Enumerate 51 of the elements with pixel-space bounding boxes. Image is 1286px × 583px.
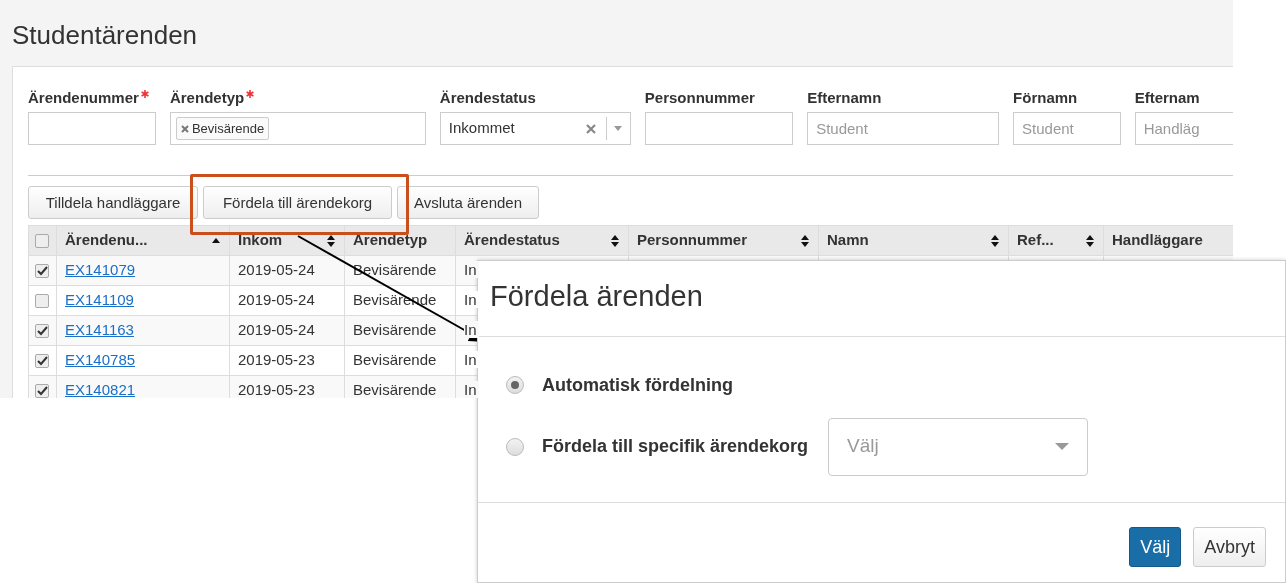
input-field[interactable] [28,112,156,145]
radio-button[interactable] [506,437,524,456]
page-title: Studentärenden [11,19,199,52]
radio-button[interactable] [506,376,524,394]
clear-icon [585,123,596,134]
checkbox[interactable] [35,384,49,398]
checkbox[interactable] [35,324,49,339]
table-cell: In [464,351,479,369]
tag[interactable]: Bevisärende [175,116,270,141]
option-label: Automatisk fördelning [542,373,733,397]
select-field[interactable]: Inkommet [439,112,631,145]
table-cell: Bevisärende [353,261,437,279]
input-field[interactable]: Student [807,112,1000,145]
toolbar-button[interactable]: Fördela till ärendekorg [203,186,392,219]
table-cell: 2019-05-23 [238,381,315,398]
checkbox[interactable] [35,354,49,369]
tag-field[interactable]: Bevisärende [169,112,426,145]
table-cell: Bevisärende [353,381,437,398]
dialog-title: Fördela ärenden [490,279,704,314]
table-cell: In [464,291,479,309]
confirm-button[interactable]: Välj [1129,527,1182,567]
field-label: Ärendetyp [169,89,245,106]
field-label: Efternamn [807,89,882,106]
toolbar-button[interactable]: Avsluta ärenden [397,186,539,219]
select-value: Inkommet [448,118,516,139]
toolbar-button[interactable]: Tilldela handläggare [28,186,198,219]
table-cell: In [464,381,479,398]
input-field[interactable]: Student [1013,112,1121,145]
checkbox[interactable] [35,264,49,279]
caret-icon [1055,442,1070,451]
table-cell: In [464,321,479,339]
field-label: Förnamn [1013,89,1078,106]
column-header[interactable]: Namn [827,229,869,252]
input-field[interactable] [644,112,794,145]
table-cell: In [464,261,479,279]
option-label: Fördela till specifik ärendekorg [542,435,809,458]
checkbox[interactable] [35,234,49,249]
checkbox[interactable] [35,294,49,309]
cancel-button[interactable]: Avbryt [1193,527,1266,567]
field-label: Efternam [1134,89,1200,106]
table-cell: 2019-05-24 [238,261,315,279]
input-field[interactable]: Handläg [1134,112,1233,145]
field-label: Ärendenummer [28,89,139,106]
table-cell: 2019-05-24 [238,321,315,339]
field-label: Ärendestatus [439,89,536,106]
field-label: Personnummer [644,89,755,106]
remove-icon [180,124,189,133]
table-cell: Bevisärende [353,321,437,339]
table-cell: Bevisärende [353,351,437,369]
table-cell: 2019-05-24 [238,291,315,309]
table-cell: 2019-05-23 [238,351,315,369]
